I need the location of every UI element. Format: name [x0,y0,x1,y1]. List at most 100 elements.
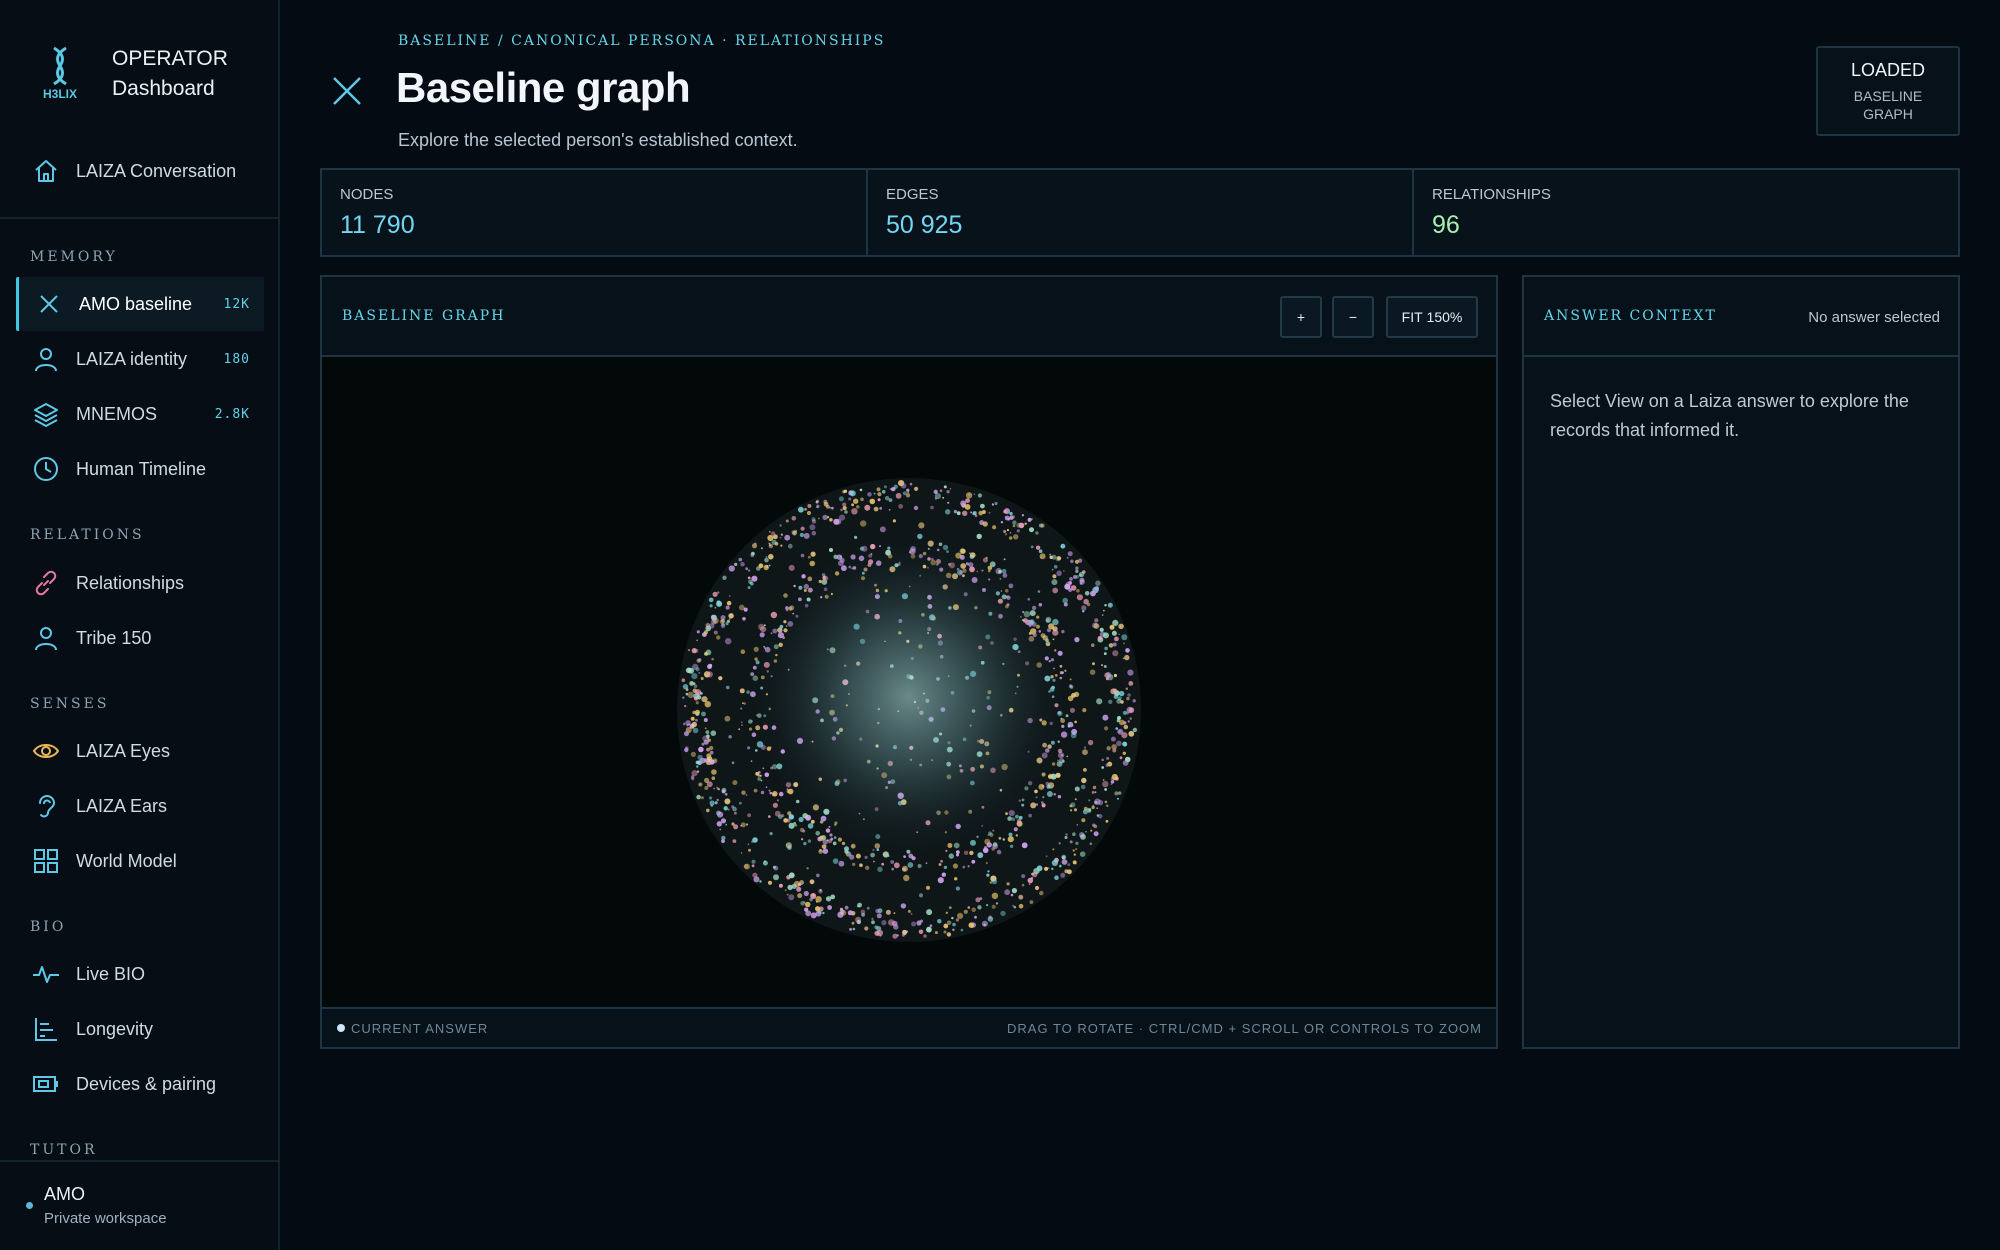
graph-node[interactable] [852,862,856,866]
graph-node[interactable] [1114,690,1117,693]
graph-node[interactable] [1126,696,1130,701]
graph-node[interactable] [728,618,731,620]
graph-node[interactable] [822,839,828,845]
graph-node[interactable] [879,506,883,510]
graph-node[interactable] [1105,819,1109,823]
graph-node[interactable] [745,567,749,571]
graph-node[interactable] [1058,842,1061,845]
graph-node[interactable] [1009,844,1014,848]
graph-node[interactable] [1075,841,1079,845]
graph-node[interactable] [705,730,710,734]
graph-node[interactable] [1002,838,1005,841]
graph-node[interactable] [840,909,847,916]
graph-node[interactable] [898,504,904,509]
graph-node[interactable] [1107,602,1113,608]
graph-node[interactable] [1011,515,1015,519]
graph-node[interactable] [1015,834,1018,837]
graph-node[interactable] [956,511,961,516]
graph-node[interactable] [1081,818,1086,823]
graph-node[interactable] [1067,869,1072,875]
graph-node[interactable] [984,838,991,845]
graph-node[interactable] [963,850,969,855]
graph-node[interactable] [1122,751,1126,755]
graph-node[interactable] [811,530,817,536]
graph-node[interactable] [760,790,765,795]
graph-node[interactable] [777,814,783,820]
graph-node[interactable] [939,489,943,493]
graph-node[interactable] [818,849,823,854]
graph-node[interactable] [696,794,701,800]
graph-node[interactable] [818,517,820,520]
graph-node[interactable] [982,521,988,527]
graph-node[interactable] [873,860,875,863]
graph-node[interactable] [742,617,746,621]
graph-node[interactable] [896,934,899,937]
graph-node[interactable] [823,501,829,507]
graph-node[interactable] [765,556,768,558]
graph-node[interactable] [1059,864,1062,868]
graph-node[interactable] [698,782,703,787]
graph-canvas[interactable] [322,357,1496,1007]
graph-node[interactable] [960,500,967,507]
graph-node[interactable] [875,908,880,914]
graph-node[interactable] [716,635,721,640]
graph-node[interactable] [1061,759,1065,763]
graph-node[interactable] [803,532,810,539]
graph-node[interactable] [710,730,717,736]
graph-node[interactable] [918,929,924,935]
graph-node[interactable] [917,863,922,869]
graph-node[interactable] [700,796,704,800]
graph-node[interactable] [992,525,997,530]
graph-node[interactable] [760,547,763,550]
graph-node[interactable] [1065,833,1068,836]
graph-node[interactable] [810,893,817,899]
graph-node[interactable] [948,853,954,859]
graph-node[interactable] [738,801,742,805]
graph-node[interactable] [788,564,795,571]
graph-node[interactable] [968,493,971,496]
graph-node[interactable] [864,926,869,931]
graph-node[interactable] [1021,883,1025,887]
graph-node[interactable] [926,909,933,916]
graph-node[interactable] [762,767,765,770]
graph-node[interactable] [748,727,753,731]
graph-node[interactable] [804,508,807,511]
graph-node[interactable] [717,591,720,594]
graph-node[interactable] [1018,522,1025,529]
graph-node[interactable] [759,774,762,777]
graph-node[interactable] [1066,755,1069,758]
graph-node[interactable] [827,905,832,910]
graph-node[interactable] [1029,900,1034,904]
graph-node[interactable] [1110,736,1116,742]
graph-node[interactable] [1087,808,1092,813]
graph-node[interactable] [691,673,698,680]
graph-node[interactable] [745,823,749,826]
graph-node[interactable] [829,548,833,552]
graph-node[interactable] [905,493,911,498]
graph-node[interactable] [1070,559,1074,564]
graph-node[interactable] [771,531,776,536]
graph-node[interactable] [1003,558,1006,561]
graph-node[interactable] [972,511,977,516]
graph-node[interactable] [1047,867,1050,870]
graph-node[interactable] [857,902,862,908]
graph-node[interactable] [784,889,787,892]
graph-node[interactable] [1075,566,1079,570]
graph-node[interactable] [1083,746,1087,749]
sidebar-item-longevity[interactable]: Longevity [16,1002,264,1056]
graph-node[interactable] [1074,786,1080,792]
graph-node[interactable] [815,831,820,836]
graph-node[interactable] [1108,699,1113,704]
graph-node[interactable] [1094,618,1099,623]
graph-node[interactable] [1117,797,1119,800]
graph-node[interactable] [738,557,743,562]
graph-node[interactable] [687,691,694,699]
graph-node[interactable] [1038,523,1043,528]
graph-node[interactable] [986,904,989,907]
graph-node[interactable] [815,896,822,903]
graph-node[interactable] [773,793,776,796]
graph-node[interactable] [879,526,886,533]
graph-node[interactable] [751,575,758,582]
graph-node[interactable] [949,488,952,490]
graph-node[interactable] [754,542,757,545]
